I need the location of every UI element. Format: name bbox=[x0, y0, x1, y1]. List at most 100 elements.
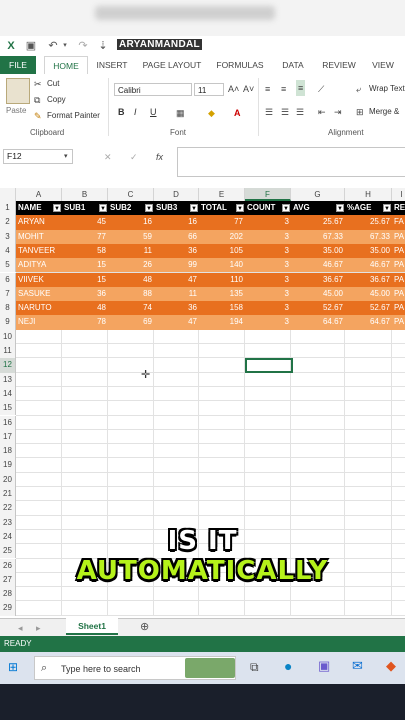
increase-indent-icon[interactable]: ⇥ bbox=[334, 106, 342, 118]
table-cell[interactable]: 64.67 bbox=[345, 315, 392, 330]
table-cell[interactable]: 3 bbox=[245, 301, 291, 316]
row-header-19[interactable]: 19 bbox=[0, 458, 16, 473]
table-cell[interactable]: 46.67 bbox=[345, 258, 392, 273]
table-cell[interactable]: 3 bbox=[245, 272, 291, 287]
table-cell[interactable]: 135 bbox=[199, 286, 245, 302]
row-header-14[interactable]: 14 bbox=[0, 386, 16, 402]
column-header-h[interactable]: H bbox=[345, 188, 392, 201]
underline-button[interactable]: U bbox=[150, 107, 157, 117]
scroll-left-icon[interactable]: ◂ bbox=[18, 622, 23, 634]
column-header-b[interactable]: B bbox=[62, 188, 108, 201]
cancel-icon[interactable]: ✕ bbox=[104, 151, 112, 163]
paste-button[interactable]: Paste bbox=[6, 106, 26, 115]
font-name-select[interactable]: Calibri bbox=[114, 83, 192, 96]
row-header-1[interactable]: 1 bbox=[0, 201, 16, 216]
table-cell[interactable]: 47 bbox=[154, 272, 199, 287]
table-cell[interactable]: 36 bbox=[154, 243, 199, 259]
shrink-font-icon[interactable]: A˅ bbox=[243, 83, 254, 95]
table-cell[interactable]: 36.67 bbox=[291, 272, 345, 287]
align-center-icon[interactable]: ☰ bbox=[281, 106, 289, 118]
column-header-d[interactable]: D bbox=[154, 188, 199, 201]
table-cell[interactable]: 25.67 bbox=[291, 215, 345, 230]
table-cell[interactable]: 66 bbox=[154, 229, 199, 244]
table-cell[interactable]: NEJI bbox=[16, 315, 62, 330]
table-cell[interactable]: PA bbox=[392, 272, 405, 287]
row-header-18[interactable]: 18 bbox=[0, 444, 16, 459]
row-header-28[interactable]: 28 bbox=[0, 587, 16, 602]
column-header-e[interactable]: E bbox=[199, 188, 245, 201]
table-cell[interactable]: 36 bbox=[62, 286, 108, 302]
table-cell[interactable]: SASUKE bbox=[16, 286, 62, 302]
filter-dropdown-icon[interactable]: ▼ bbox=[53, 204, 61, 212]
table-header-cell[interactable]: COUNT ▼ bbox=[245, 201, 291, 216]
table-cell[interactable]: PA bbox=[392, 315, 405, 330]
brave-icon[interactable]: ◆ bbox=[386, 659, 396, 672]
table-cell[interactable]: 3 bbox=[245, 286, 291, 302]
table-cell[interactable]: 105 bbox=[199, 243, 245, 259]
row-header-29[interactable]: 29 bbox=[0, 601, 16, 616]
row-header-4[interactable]: 4 bbox=[0, 243, 16, 259]
table-cell[interactable]: 158 bbox=[199, 301, 245, 316]
table-cell[interactable]: 194 bbox=[199, 315, 245, 330]
table-header-cell[interactable]: SUB1 ▼ bbox=[62, 201, 108, 216]
taskbar-search[interactable]: ⌕ Type here to search bbox=[34, 656, 236, 680]
wrap-text-icon[interactable]: ⤶ bbox=[356, 83, 361, 95]
column-header-c[interactable]: C bbox=[108, 188, 154, 201]
tab-data[interactable]: DATA bbox=[276, 56, 310, 74]
merge-icon[interactable]: ⊞ bbox=[356, 106, 364, 118]
table-header-cell[interactable]: SUB2 ▼ bbox=[108, 201, 154, 216]
table-cell[interactable]: 16 bbox=[154, 215, 199, 230]
row-header-22[interactable]: 22 bbox=[0, 501, 16, 516]
table-cell[interactable]: 67.33 bbox=[345, 229, 392, 244]
row-header-7[interactable]: 7 bbox=[0, 286, 16, 302]
align-left-icon[interactable]: ☰ bbox=[265, 106, 273, 118]
column-header-a[interactable]: A bbox=[16, 188, 62, 201]
table-cell[interactable]: MOHIT bbox=[16, 229, 62, 244]
column-header-g[interactable]: G bbox=[291, 188, 345, 201]
undo-dropdown-icon[interactable]: ▾ bbox=[58, 39, 72, 53]
table-cell[interactable]: 15 bbox=[62, 272, 108, 287]
table-cell[interactable]: 59 bbox=[108, 229, 154, 244]
table-cell[interactable]: 47 bbox=[154, 315, 199, 330]
table-cell[interactable]: 16 bbox=[108, 215, 154, 230]
mail-icon[interactable]: ✉ bbox=[352, 659, 363, 672]
row-header-13[interactable]: 13 bbox=[0, 372, 16, 387]
table-cell[interactable]: PA bbox=[392, 229, 405, 244]
copy-button[interactable]: Copy bbox=[47, 95, 66, 104]
select-all-corner[interactable] bbox=[0, 188, 16, 201]
name-box[interactable]: F12 bbox=[3, 149, 73, 164]
align-middle-icon[interactable]: ≡ bbox=[281, 83, 286, 95]
table-cell[interactable]: 3 bbox=[245, 243, 291, 259]
table-cell[interactable]: 3 bbox=[245, 215, 291, 230]
table-cell[interactable]: TANVEER bbox=[16, 243, 62, 259]
store-icon[interactable]: ▣ bbox=[318, 659, 330, 672]
table-cell[interactable]: 11 bbox=[108, 243, 154, 259]
row-header-8[interactable]: 8 bbox=[0, 301, 16, 316]
filter-dropdown-icon[interactable]: ▼ bbox=[236, 204, 244, 212]
filter-dropdown-icon[interactable]: ▼ bbox=[336, 204, 344, 212]
save-icon[interactable]: ▣ bbox=[24, 39, 38, 53]
orientation-icon[interactable]: ⟋ bbox=[318, 83, 324, 95]
table-cell[interactable]: 78 bbox=[62, 315, 108, 330]
tab-review[interactable]: REVIEW bbox=[318, 56, 360, 74]
table-cell[interactable]: 45.00 bbox=[291, 286, 345, 302]
table-cell[interactable]: 36 bbox=[154, 301, 199, 316]
sheet-tab-sheet1[interactable]: Sheet1 bbox=[66, 618, 118, 635]
table-cell[interactable]: 110 bbox=[199, 272, 245, 287]
table-cell[interactable]: NARUTO bbox=[16, 301, 62, 316]
table-cell[interactable]: 15 bbox=[62, 258, 108, 273]
table-cell[interactable]: 36.67 bbox=[345, 272, 392, 287]
row-header-16[interactable]: 16 bbox=[0, 415, 16, 430]
tab-page-layout[interactable]: PAGE LAYOUT bbox=[140, 56, 204, 74]
row-header-10[interactable]: 10 bbox=[0, 329, 16, 344]
scroll-right-icon[interactable]: ▸ bbox=[36, 622, 41, 634]
table-header-cell[interactable]: %AGE ▼ bbox=[345, 201, 392, 216]
format-painter-button[interactable]: Format Painter bbox=[47, 111, 100, 120]
table-cell[interactable]: 77 bbox=[62, 229, 108, 244]
name-box-dropdown-icon[interactable]: ▾ bbox=[64, 151, 68, 163]
table-cell[interactable]: 88 bbox=[108, 286, 154, 302]
table-cell[interactable]: 58 bbox=[62, 243, 108, 259]
table-header-cell[interactable]: AVG ▼ bbox=[291, 201, 345, 216]
table-cell[interactable]: 48 bbox=[62, 301, 108, 316]
decrease-indent-icon[interactable]: ⇤ bbox=[318, 106, 326, 118]
